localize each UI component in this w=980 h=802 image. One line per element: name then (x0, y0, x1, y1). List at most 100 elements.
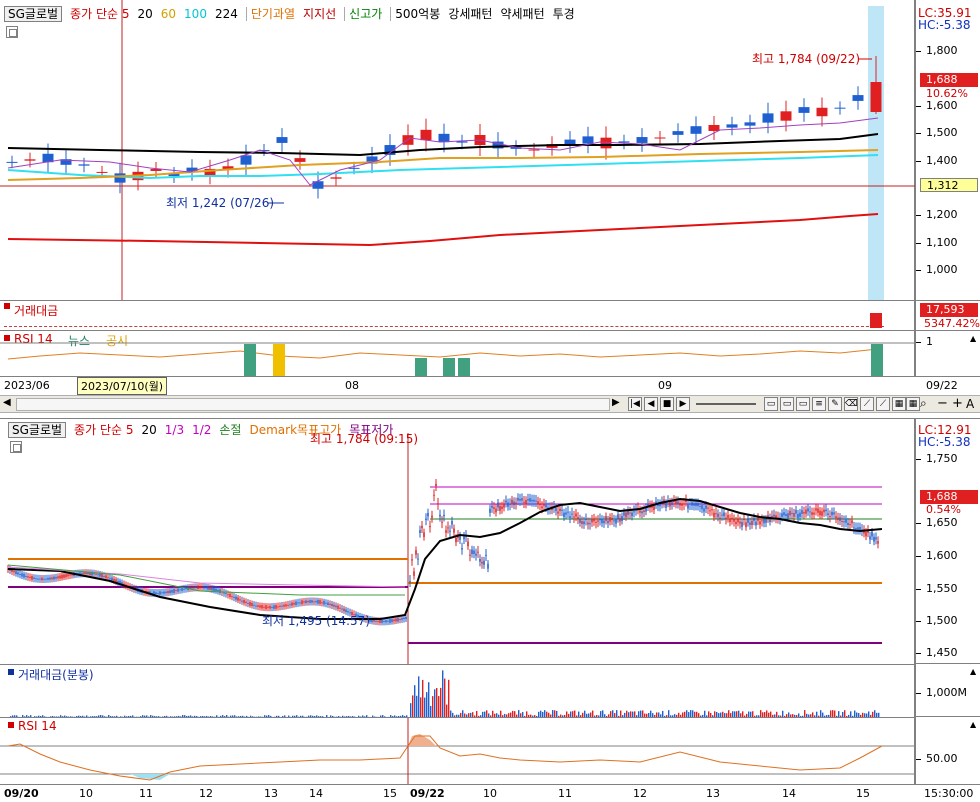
candle-body (25, 575, 27, 577)
volume-bar (832, 710, 834, 717)
candle-body (329, 603, 331, 605)
horizontal-scrollbar[interactable] (16, 398, 610, 411)
font-icon[interactable]: A (966, 397, 974, 411)
bottom-chart-panel[interactable]: SG글로벌 종가 단순 5 20 1/3 1/2 손절 Demark목표고가 목… (0, 418, 915, 786)
first-icon[interactable]: |◀ (628, 397, 642, 411)
time-tick: 14 (309, 787, 323, 800)
high-annotation: 최고 1,784 (09/22) (752, 52, 860, 66)
candle-body (411, 559, 413, 561)
volume-bar (602, 710, 604, 717)
candle-body (235, 596, 237, 600)
layout-icon[interactable]: ▭ (764, 397, 778, 411)
candle-body (33, 577, 35, 579)
candle-body (565, 512, 567, 515)
candle-body (163, 591, 165, 594)
table-icon[interactable]: ▦ (892, 397, 906, 411)
candle-body (445, 530, 447, 533)
low-annotation: 최저 1,242 (07/26) (166, 196, 274, 210)
news-bar (443, 358, 455, 376)
candle-body (321, 602, 323, 604)
volume-bar (462, 710, 464, 717)
candle-body (393, 619, 395, 622)
volume-bar (616, 710, 618, 717)
date-selected[interactable]: 2023/07/10(월) (77, 377, 168, 395)
candle-body (843, 521, 845, 523)
expand-icon[interactable]: ▲ (970, 334, 976, 343)
search-icon[interactable]: ⌕ (920, 396, 927, 411)
scroll-right-icon[interactable]: ▶ (612, 397, 620, 408)
candle-body (325, 602, 327, 604)
candle-body (175, 590, 177, 592)
bottom-rsi-panel: RSI 14 (0, 717, 915, 786)
price-tick: 1,800 (916, 44, 958, 57)
candle-body (255, 605, 257, 607)
zoom-in-icon[interactable]: + (952, 396, 963, 411)
eraser-icon[interactable]: ⌫ (844, 397, 858, 411)
bottom-price-tick: 1,500 (916, 614, 958, 627)
pen-icon[interactable]: ✎ (828, 397, 842, 411)
top-chart-panel[interactable]: SG글로벌 종가 단순 5 20 60 100 224 단기과열 지지선 신고가… (0, 0, 915, 376)
layout2-icon[interactable]: ▭ (780, 397, 794, 411)
candle-body (463, 536, 465, 540)
time-tick: 15 (383, 787, 397, 800)
candle-body (601, 519, 603, 524)
zoom-slider[interactable] (696, 403, 756, 405)
top-price-axis[interactable]: LC:35.91 HC:-5.38 1,800 1,600 1,500 1,40… (915, 0, 980, 300)
candle-body (405, 616, 407, 620)
candle-body (217, 589, 219, 592)
candle-body (27, 576, 29, 578)
bottom-price-axis[interactable]: LC:12.91 HC:-5.38 1,750 1,650 1,600 1,55… (915, 418, 980, 663)
candle-body (559, 508, 561, 512)
candle-body (59, 575, 61, 579)
candle-body (573, 516, 575, 518)
candle-body (797, 513, 799, 519)
candle-body (41, 577, 43, 581)
candle-body (429, 526, 431, 528)
candle-body (529, 498, 531, 502)
candle-body (385, 620, 387, 623)
time-tick: 11 (558, 787, 572, 800)
candle-body (231, 596, 233, 598)
grid-small-icon[interactable]: ▦ (906, 397, 920, 411)
news-bar (244, 344, 256, 376)
zoom-out-icon[interactable]: − (937, 396, 948, 411)
prev-icon[interactable]: ◀ (644, 397, 658, 411)
price-tick: 1,200 (916, 208, 958, 221)
candle-body (653, 506, 655, 511)
candle-body (865, 531, 867, 537)
stop-icon[interactable]: ■ (660, 397, 674, 411)
candle-body (726, 124, 738, 128)
volume-bar (692, 710, 694, 717)
candle-body (841, 521, 843, 523)
top-date-axis: 2023/06 2023/07/10(월) 08 09 09/22 (0, 376, 980, 395)
volume-bar (422, 679, 424, 717)
candle-body (341, 608, 343, 610)
candle-body (629, 512, 631, 514)
layout3-icon[interactable]: ▭ (796, 397, 810, 411)
next-icon[interactable]: ▶ (676, 397, 690, 411)
bottom-volume-axis: 1,000M ▲ (915, 663, 980, 716)
bottom-expand-icon[interactable]: ▲ (970, 667, 976, 676)
candle-body (49, 577, 51, 580)
candle-body (223, 592, 225, 594)
candle-body (623, 512, 625, 516)
candle-body (489, 508, 491, 513)
candle-body (294, 158, 306, 162)
line-icon[interactable]: ⟋ (876, 397, 890, 411)
bottom-rsi-expand-icon[interactable]: ▲ (970, 720, 976, 729)
candle-body (475, 553, 477, 556)
candle-body (741, 521, 743, 527)
candle-body (381, 619, 383, 623)
candle-body (751, 520, 753, 526)
scroll-left-icon[interactable]: ◀ (3, 397, 11, 408)
candle-body (455, 537, 457, 543)
candle-body (713, 512, 715, 518)
candle-body (331, 603, 333, 607)
trend-icon[interactable]: ⟋ (860, 397, 874, 411)
ruler-icon[interactable]: ≡ (812, 397, 826, 411)
candle-body (24, 159, 36, 161)
candle-body (817, 508, 819, 513)
candle-body (697, 502, 699, 507)
candle-body (241, 600, 243, 602)
volume-bar (410, 703, 412, 717)
